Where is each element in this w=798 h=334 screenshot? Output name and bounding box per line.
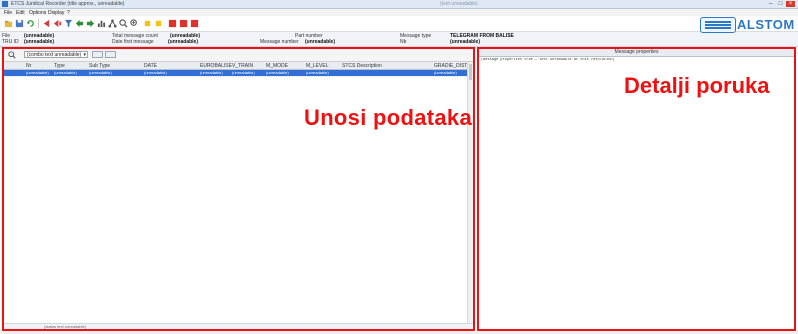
settings-button[interactable] [105,51,116,58]
vertical-scrollbar[interactable] [467,62,473,326]
alstom-logo: ALSTOM [700,15,796,33]
tree-line: (message properties tree — text unreadab… [481,58,615,62]
back-arrow-icon[interactable] [75,19,84,28]
previous-icon[interactable] [53,19,62,28]
search-icon[interactable] [119,19,128,28]
table-cell: (unreadable) [434,70,457,75]
apply-button[interactable] [92,51,103,58]
table-row[interactable]: (unreadable) (unreadable) (unreadable) (unr… [4,70,473,77]
date-first-value: (unreadable) [168,39,199,45]
col-header-sub-type[interactable]: Sub Type [89,63,110,69]
save-icon[interactable] [15,19,24,28]
forward-arrow-icon[interactable] [86,19,95,28]
tru-id-label: TRU ID [2,39,19,45]
col-header-m-level[interactable]: M_LEVEL [306,63,329,69]
list-status-bar: (status text unreadable) [4,323,473,329]
logo-mark-icon [700,17,736,33]
tru-id-value: (unreadable) [24,39,55,45]
message-number-label: Message number [260,39,299,45]
col-header-eurobalise[interactable]: EUROBALISE [200,63,232,69]
red-flag-icon[interactable] [168,19,177,28]
toolbar-separator [38,19,39,28]
table-cell: (unreadable) [266,70,289,75]
red-flag-2-icon[interactable] [179,19,188,28]
search-icon[interactable] [8,51,16,59]
red-flag-3-icon[interactable] [190,19,199,28]
message-properties-pane: Message properties (message properties t… [477,47,796,331]
yellow-mark-icon[interactable] [143,19,152,28]
col-header-type[interactable]: Type [54,63,65,69]
menu-bar: File Edit Options Display ? [0,9,798,16]
list-toolbar: (combo text unreadable) ▾ [4,49,473,62]
logo-wordmark: ALSTOM [737,17,795,32]
filter-icon[interactable] [64,19,73,28]
table-cell: (unreadable) [144,70,167,75]
maximize-button[interactable]: □ [776,1,785,7]
col-header-gradient-dist[interactable]: GRADIE_DIST [434,63,467,69]
file-info-panel: File (unreadable) Total message count (u… [0,32,798,47]
configuration-select-value: (combo text unreadable) [27,52,82,58]
minimize-button[interactable]: – [766,1,775,7]
table-cell: (unreadable) [26,70,49,75]
table-cell: (unreadable) [200,70,223,75]
main-toolbar [0,16,798,32]
col-header-m-mode[interactable]: M_MODE [266,63,288,69]
scrollbar-thumb[interactable] [469,64,472,80]
title-bar-faint-text: (text unreadable) [440,1,478,7]
list-header: Nr Type Sub Type DATE EUROBALISE V_TRAIN… [4,62,473,70]
col-header-date[interactable]: DATE [144,63,157,69]
app-icon [2,1,8,7]
yellow-mark-2-icon[interactable] [154,19,163,28]
col-header-description[interactable]: STCS Description [342,63,382,69]
col-header-v-train[interactable]: V_TRAIN [232,63,253,69]
date-first-label: Date first message [112,39,154,45]
close-button[interactable]: × [786,1,795,7]
open-file-icon[interactable] [4,19,13,28]
annotation-message-details: Detalji poruka [624,73,770,98]
window-title: ETCS Juridical Recorder (title approx., … [11,1,125,7]
nb-label: Nb [400,39,407,45]
table-cell: (unreadable) [89,70,112,75]
nb-value: (unreadable) [450,39,481,45]
chart-icon[interactable] [97,19,106,28]
configuration-select[interactable]: (combo text unreadable) ▾ [24,51,88,58]
table-cell: (unreadable) [232,70,255,75]
title-bar: ETCS Juridical Recorder (title approx., … [0,0,798,9]
table-cell: (unreadable) [54,70,77,75]
tree-icon[interactable] [108,19,117,28]
chevron-down-icon: ▾ [83,52,86,58]
annotation-data-entries: Unosi podataka [304,105,473,130]
message-number-value: (unreadable) [305,39,336,45]
refresh-icon[interactable] [26,19,35,28]
first-icon[interactable] [42,19,51,28]
zoom-icon[interactable] [130,19,139,28]
table-cell: (unreadable) [306,70,329,75]
col-header-nr[interactable]: Nr [26,63,31,69]
message-properties-header: Message properties [479,49,794,57]
message-list-pane: (combo text unreadable) ▾ Nr Type Sub Ty… [2,47,475,331]
